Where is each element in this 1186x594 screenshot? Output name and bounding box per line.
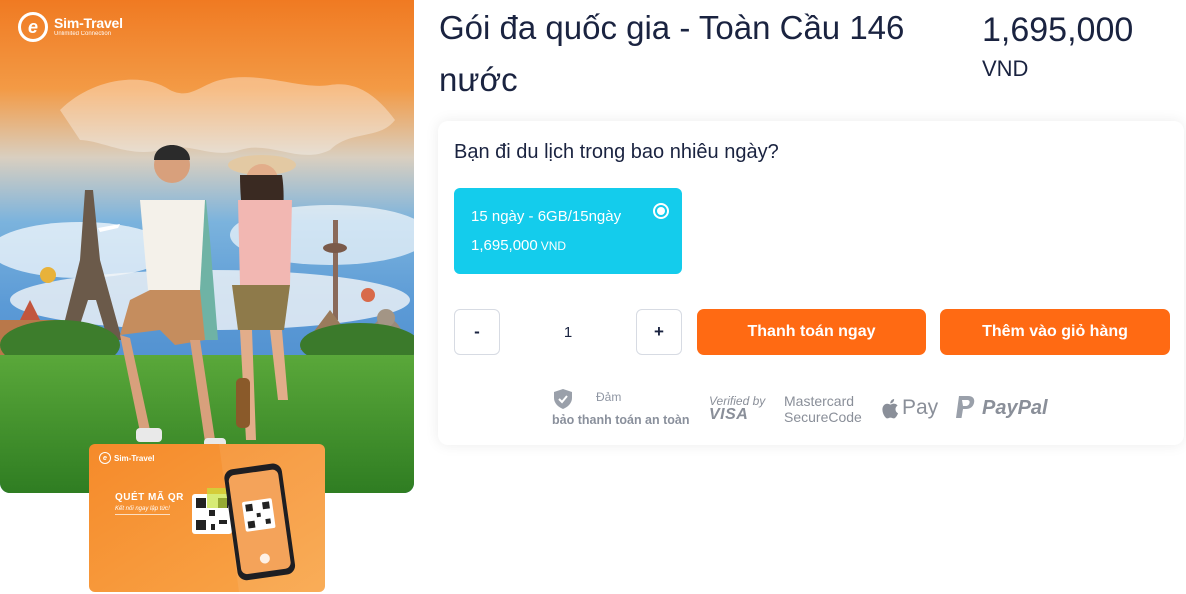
purchase-panel: Bạn đi du lịch trong bao nhiêu ngày? 15 … xyxy=(438,121,1184,445)
qr-card-subtitle: Kết nối ngay lập tức! xyxy=(115,506,170,515)
apple-pay-logo: Pay xyxy=(881,396,938,420)
visa-line2: VISA xyxy=(709,406,749,423)
plan-radio-selected-icon[interactable] xyxy=(653,203,669,219)
duration-question: Bạn đi du lịch trong bao nhiêu ngày? xyxy=(454,141,779,163)
plan-price-amount: 1,695,000 xyxy=(471,237,538,254)
qr-card-title: QUÉT MÃ QR xyxy=(115,492,184,503)
mastercard-line2: SecureCode xyxy=(784,409,862,425)
qr-card-illustration xyxy=(89,444,325,592)
add-to-cart-button[interactable]: Thêm vào giỏ hàng xyxy=(940,309,1170,355)
plan-name: 15 ngày - 6GB/15ngày xyxy=(471,208,622,225)
paypal-logo: PayPal xyxy=(954,396,1048,420)
price-currency: VND xyxy=(982,56,1029,81)
secure-line2: bảo thanh toán an toàn xyxy=(552,413,690,427)
mastercard-line1: Mastercard xyxy=(784,393,855,409)
quantity-increase-button[interactable]: + xyxy=(636,309,682,355)
brand-name: Sim-Travel xyxy=(54,15,123,31)
brand-e-icon: e xyxy=(99,452,111,464)
apple-icon xyxy=(882,398,898,418)
paypal-p-icon xyxy=(956,396,975,418)
plan-option-15-days[interactable]: 15 ngày - 6GB/15ngày 1,695,000 VND xyxy=(454,188,682,274)
plan-price-currency: VND xyxy=(540,239,567,253)
mastercard-securecode-logo: Mastercard SecureCode xyxy=(784,393,862,425)
brand-logo: e Sim-Travel Unlimited Connection xyxy=(18,12,123,42)
product-hero-image: e Sim-Travel Unlimited Connection xyxy=(0,0,414,493)
brand-tagline: Unlimited Connection xyxy=(54,31,112,37)
product-price: 1,695,000 VND xyxy=(982,8,1133,82)
shield-check-icon xyxy=(554,389,572,409)
verified-by-visa-logo: Verified by VISA xyxy=(709,394,765,423)
price-amount: 1,695,000 xyxy=(982,11,1134,49)
apple-pay-label: Pay xyxy=(902,396,939,419)
brand-e-icon: e xyxy=(18,12,48,42)
paypal-label: PayPal xyxy=(982,396,1048,419)
qr-card-brand: e Sim-Travel xyxy=(99,452,154,464)
secure-line1: Đảm xyxy=(596,390,622,404)
quantity-input[interactable] xyxy=(500,309,636,355)
pay-now-button[interactable]: Thanh toán ngay xyxy=(697,309,926,355)
plan-price: 1,695,000 VND xyxy=(471,237,566,254)
quantity-decrease-button[interactable]: - xyxy=(454,309,500,355)
hero-illustration xyxy=(0,0,414,493)
product-title: Gói đa quốc gia - Toàn Cầu 146 nước xyxy=(439,9,905,98)
qr-promo-card: e Sim-Travel QUÉT MÃ QR Kết nối ngay lập… xyxy=(89,444,325,592)
qr-card-brand-name: Sim-Travel xyxy=(114,453,155,463)
